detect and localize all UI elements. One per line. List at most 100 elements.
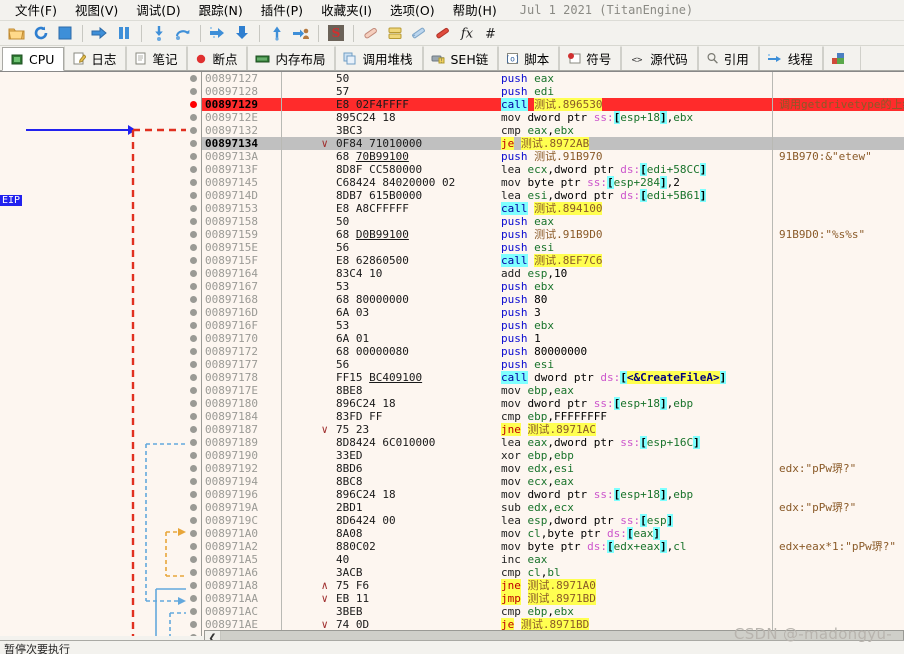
breakpoint-dot[interactable] — [190, 127, 197, 134]
tab-references[interactable]: 引用 — [697, 46, 759, 70]
disasm-row[interactable]: 0089713A 68 70B99100 push 测试.91B970 91B970:… — [202, 150, 904, 163]
menu-view[interactable]: 视图(V) — [66, 0, 127, 21]
breakpoint-dot[interactable] — [190, 192, 197, 199]
disasm-row[interactable]: 0089713F 8D8F CC580000 lea ecx,dword ptr d… — [202, 163, 904, 176]
menu-trace[interactable]: 跟踪(N) — [190, 0, 252, 21]
breakpoint-dot[interactable] — [190, 530, 197, 537]
breakpoint-dot[interactable] — [190, 244, 197, 251]
disasm-row[interactable]: 008971AC 3BEB cmp ebp,ebx — [202, 605, 904, 618]
disasm-row[interactable]: 00897189 8D8424 6C010000 lea eax,dword ptr… — [202, 436, 904, 449]
disasm-row[interactable]: 00897172 68 00000080 push 80000000 — [202, 345, 904, 358]
disasm-row[interactable]: 0089714D 8DB7 615B0000 lea esi,dword ptr d… — [202, 189, 904, 202]
breakpoint-dot[interactable] — [190, 556, 197, 563]
tab-threads[interactable]: 线程 — [758, 46, 823, 70]
breakpoint-dot[interactable] — [190, 114, 197, 121]
breakpoint-dot[interactable] — [190, 205, 197, 212]
disasm-row[interactable]: 0089719A 2BD1 sub edx,ecx edx:"pPw琾?" — [202, 501, 904, 514]
disasm-row[interactable]: 0089719C 8D6424 00 lea esp,dword ptr ss:[e… — [202, 514, 904, 527]
breakpoint-dot[interactable] — [190, 153, 197, 160]
tab-memory-map[interactable]: 内存布局 — [247, 46, 336, 70]
disasm-row[interactable]: 00897170 6A 01 push 1 — [202, 332, 904, 345]
disasm-row[interactable]: 00897180 896C24 18 mov dword ptr ss:[esp+1… — [202, 397, 904, 410]
disasm-row[interactable]: 00897194 8BC8 mov ecx,eax — [202, 475, 904, 488]
disasm-row[interactable]: 008971A2 880C02 mov byte ptr ds:[edx+eax],… — [202, 540, 904, 553]
menu-favourites[interactable]: 收藏夹(I) — [312, 0, 381, 21]
disasm-row[interactable]: 00897129 E8 02F4FFFF call 测试.896530 调用getdr… — [202, 98, 904, 111]
disasm-row[interactable]: 00897190 33ED xor ebp,ebp — [202, 449, 904, 462]
disasm-row[interactable]: 0089715F E8 62860500 call 测试.8EF7C6 — [202, 254, 904, 267]
breakpoint-dot[interactable] — [190, 88, 197, 95]
run-icon[interactable] — [88, 22, 111, 44]
breakpoint-dot[interactable] — [190, 582, 197, 589]
disasm-row[interactable]: 00897127 50 push eax — [202, 72, 904, 85]
disasm-row[interactable]: 0089715E 56 push esi — [202, 241, 904, 254]
breakpoint-dot[interactable] — [190, 309, 197, 316]
disasm-row[interactable]: 008971A0 8A08 mov cl,byte ptr ds:[eax] — [202, 527, 904, 540]
tab-log[interactable]: 日志 — [64, 46, 127, 70]
menu-help[interactable]: 帮助(H) — [444, 0, 506, 21]
disasm-row[interactable]: 008971A8 ∧ 75 F6 jne 测试.8971A0 — [202, 579, 904, 592]
bookmark-icon[interactable] — [431, 22, 454, 44]
tab-script[interactable]: [o] 脚本 — [498, 46, 560, 70]
disasm-row[interactable]: 00897187 ∨ 75 23 jne 测试.8971AC — [202, 423, 904, 436]
breakpoint-dot[interactable] — [190, 608, 197, 615]
calculator-icon[interactable]: fx — [455, 22, 478, 44]
disasm-row[interactable]: 0089717E 8BE8 mov ebp,eax — [202, 384, 904, 397]
notes-icon[interactable] — [407, 22, 430, 44]
disasm-row[interactable]: 00897145 C68424 84020000 02 mov byte ptr s… — [202, 176, 904, 189]
disasm-row[interactable]: 00897168 68 80000000 push 80 — [202, 293, 904, 306]
breakpoint-dot[interactable] — [190, 166, 197, 173]
disasm-row[interactable]: 00897167 53 push ebx — [202, 280, 904, 293]
breakpoint-dot[interactable] — [190, 452, 197, 459]
breakpoint-dot[interactable] — [190, 361, 197, 368]
breakpoint-dot[interactable] — [190, 348, 197, 355]
disasm-row[interactable]: 00897134 ∨ 0F84 71010000 je 测试.8972AB — [202, 137, 904, 150]
tab-source[interactable]: <> 源代码 — [621, 46, 698, 70]
tab-call-stack[interactable]: 调用堆栈 — [335, 46, 423, 70]
tab-breakpoints[interactable]: 断点 — [187, 46, 248, 70]
breakpoint-dot[interactable] — [190, 426, 197, 433]
menu-debug[interactable]: 调试(D) — [127, 0, 189, 21]
breakpoint-dot[interactable] — [190, 517, 197, 524]
breakpoint-dot[interactable] — [190, 478, 197, 485]
disasm-row[interactable]: 00897184 83FD FF cmp ebp,FFFFFFFF — [202, 410, 904, 423]
breakpoint-dot[interactable] — [190, 595, 197, 602]
breakpoint-dot[interactable] — [190, 491, 197, 498]
disasm-row[interactable]: 0089712E 895C24 18 mov dword ptr ss:[esp+1… — [202, 111, 904, 124]
pause-icon[interactable] — [112, 22, 135, 44]
log-window-icon[interactable] — [383, 22, 406, 44]
restart-icon[interactable] — [29, 22, 52, 44]
disasm-row[interactable]: 00897128 57 push edi — [202, 85, 904, 98]
run-to-user-code-icon[interactable] — [289, 22, 312, 44]
breakpoint-dot[interactable] — [190, 621, 197, 628]
breakpoint-column[interactable] — [186, 72, 202, 636]
breakpoint-dot[interactable] — [190, 257, 197, 264]
breakpoint-dot[interactable] — [190, 75, 197, 82]
breakpoint-dot[interactable] — [190, 231, 197, 238]
breakpoint-dot[interactable] — [190, 101, 197, 108]
disasm-row[interactable]: 008971A6 3ACB cmp cl,bl — [202, 566, 904, 579]
execute-till-return-icon[interactable] — [265, 22, 288, 44]
breakpoint-dot[interactable] — [190, 179, 197, 186]
tab-cpu[interactable]: CPU — [2, 47, 65, 71]
scylla-icon[interactable]: S — [324, 22, 347, 44]
disasm-row[interactable]: 00897177 56 push esi — [202, 358, 904, 371]
breakpoint-dot[interactable] — [190, 634, 197, 636]
disasm-row[interactable]: 00897153 E8 A8CFFFFF call 测试.894100 — [202, 202, 904, 215]
breakpoint-dot[interactable] — [190, 543, 197, 550]
disasm-row[interactable]: 0089716F 53 push ebx — [202, 319, 904, 332]
breakpoint-dot[interactable] — [190, 218, 197, 225]
breakpoint-dot[interactable] — [190, 322, 197, 329]
breakpoint-dot[interactable] — [190, 439, 197, 446]
patch-icon[interactable] — [359, 22, 382, 44]
disasm-row[interactable]: 00897164 83C4 10 add esp,10 — [202, 267, 904, 280]
instruction-rows[interactable]: 00897127 50 push eax 00897128 57 push edi 0089… — [202, 72, 904, 636]
breakpoint-dot[interactable] — [190, 296, 197, 303]
trace-over-icon[interactable] — [230, 22, 253, 44]
tab-notes[interactable]: 笔记 — [126, 46, 188, 70]
stop-icon[interactable] — [53, 22, 76, 44]
disassembly-view[interactable]: EIP 00897127 50 push eax 00897128 57 push edi… — [0, 71, 904, 636]
open-icon[interactable] — [5, 22, 28, 44]
tab-symbols[interactable]: 符号 — [559, 46, 622, 70]
menu-options[interactable]: 选项(O) — [381, 0, 444, 21]
